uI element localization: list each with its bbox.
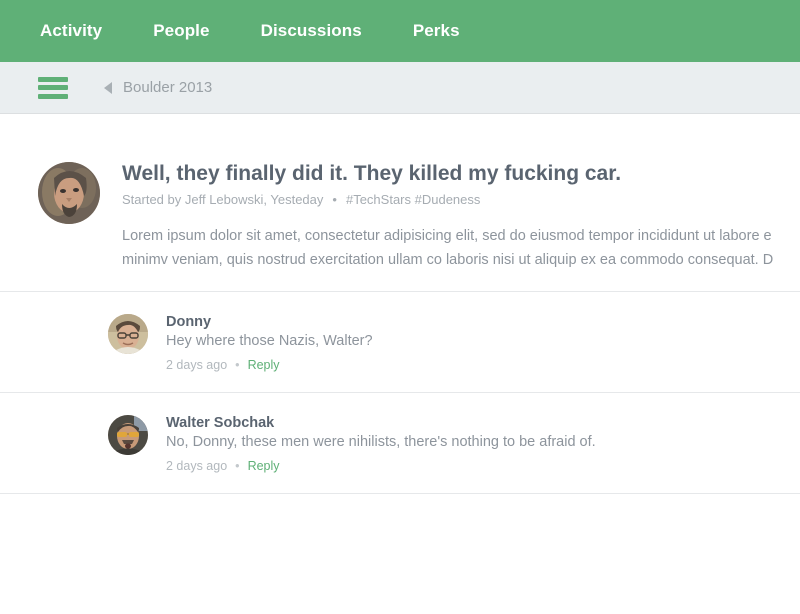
breadcrumb-label: Boulder 2013 [123, 79, 213, 96]
comment-text: No, Donny, these men were nihilists, the… [166, 434, 596, 450]
post-meta-separator: • [332, 192, 337, 208]
page-filler [0, 494, 800, 614]
avatar-image [108, 314, 148, 354]
nav-item-people[interactable]: People [153, 21, 209, 41]
avatar-jeff-lebowski[interactable] [38, 162, 100, 224]
back-arrow-icon[interactable] [104, 81, 112, 94]
hamburger-bar-1 [38, 76, 68, 82]
hamburger-icon[interactable] [38, 76, 68, 99]
nav-item-discussions[interactable]: Discussions [261, 21, 362, 41]
comment-item: Donny Hey where those Nazis, Walter? 2 d… [0, 292, 800, 393]
avatar-walter-sobchak[interactable] [108, 415, 148, 455]
post-tags[interactable]: #TechStars #Dudeness [346, 192, 480, 207]
post-meta: Started by Jeff Lebowski, Yesteday • #Tech… [122, 192, 800, 207]
nav-item-perks[interactable]: Perks [413, 21, 460, 41]
secondary-navigation: Boulder 2013 [0, 62, 800, 114]
nav-item-activity[interactable]: Activity [40, 21, 102, 41]
discussion-post: Well, they finally did it. They killed m… [0, 114, 800, 292]
comment-author: Donny [166, 314, 212, 330]
breadcrumb[interactable]: Boulder 2013 [104, 79, 212, 96]
comment-footer-separator: • [235, 459, 240, 473]
reply-button[interactable]: Reply [248, 459, 280, 473]
avatar-image [38, 162, 100, 224]
comment-text: Hey where those Nazis, Walter? [166, 333, 373, 349]
post-author-line: Started by Jeff Lebowski, Yesteday [122, 192, 324, 208]
post-body-line-1: Lorem ipsum dolor sit amet, consectetur … [122, 228, 772, 245]
comment-footer: 2 days ago • Reply [166, 459, 800, 473]
post-title: Well, they finally did it. They killed m… [122, 162, 622, 185]
avatar-donny[interactable] [108, 314, 148, 354]
comment-footer-separator: • [235, 358, 240, 372]
comment-author: Walter Sobchak [166, 415, 275, 431]
primary-navigation: Activity People Discussions Perks [0, 0, 800, 62]
hamburger-bar-3 [38, 93, 68, 99]
comment-item: Walter Sobchak No, Donny, these men were… [0, 393, 800, 494]
post-body: Lorem ipsum dolor sit amet, consectetur … [122, 225, 800, 272]
post-body-line-2: minimv veniam, quis nostrud exercitation… [122, 251, 774, 268]
reply-button[interactable]: Reply [248, 358, 280, 372]
hamburger-bar-2 [38, 85, 68, 90]
comment-footer: 2 days ago • Reply [166, 358, 800, 372]
avatar-image [108, 415, 148, 455]
comment-timestamp: 2 days ago [166, 358, 228, 372]
comment-timestamp: 2 days ago [166, 459, 228, 473]
